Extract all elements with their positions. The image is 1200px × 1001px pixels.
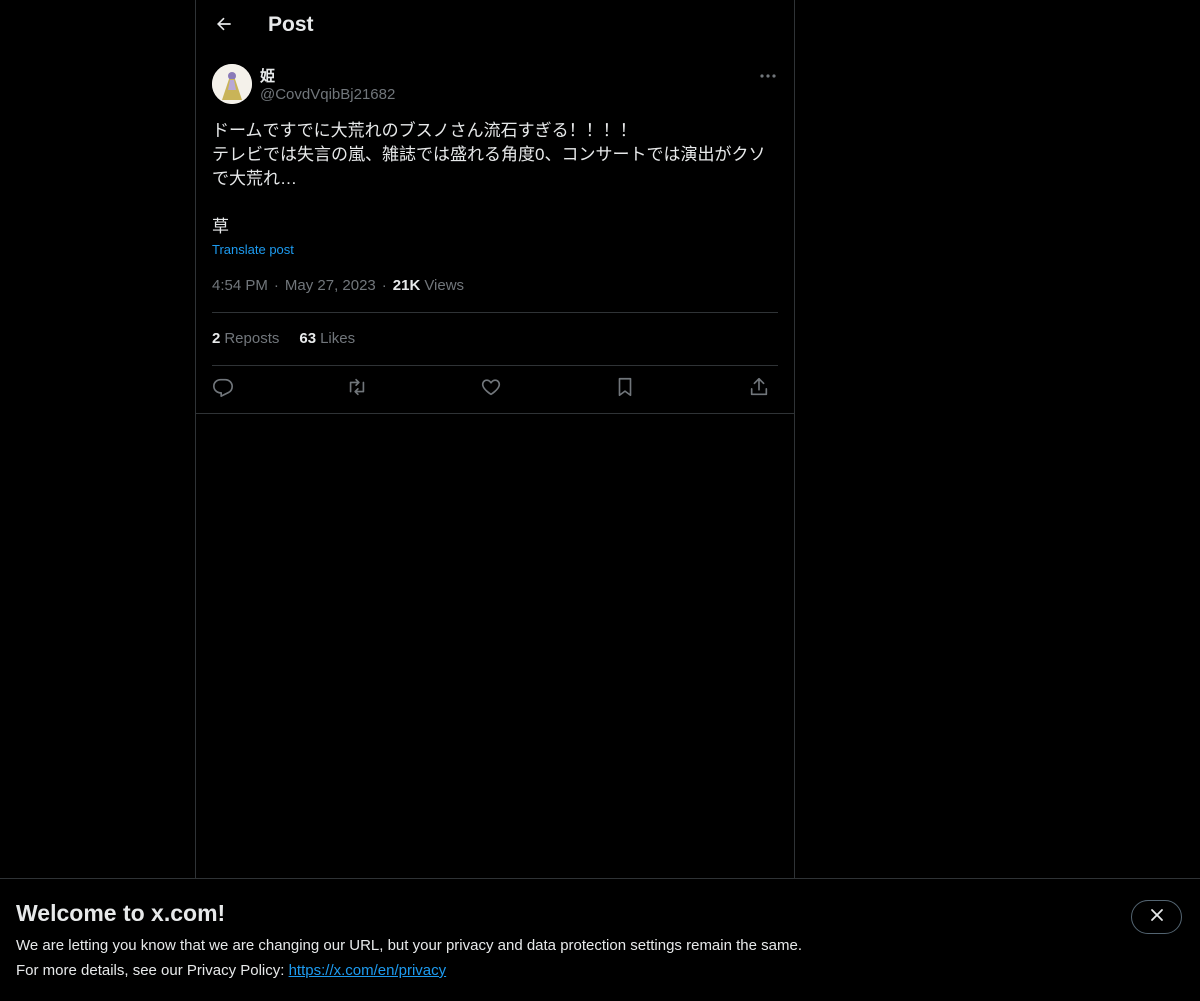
repost-button[interactable]: [344, 376, 370, 402]
divider: [212, 312, 778, 313]
reposts-stat[interactable]: 2 Reposts: [212, 330, 279, 347]
meta-separator: ·: [273, 277, 279, 294]
views-count: 21K: [392, 277, 421, 294]
author-handle[interactable]: @CovdVqibBj21682: [260, 86, 395, 103]
more-icon: [759, 66, 777, 84]
close-icon: [1150, 908, 1164, 927]
welcome-banner: Welcome to x.com! We are letting you kno…: [0, 878, 1200, 1001]
privacy-policy-link[interactable]: https://x.com/en/privacy: [289, 962, 447, 979]
heart-icon: [480, 376, 502, 403]
post-meta: 4:54 PM · May 27, 2023 · 21K Views: [212, 277, 464, 294]
reply-icon: [212, 376, 234, 403]
action-bar: [212, 376, 778, 402]
banner-privacy-line: For more details, see our Privacy Policy…: [16, 962, 446, 979]
avatar[interactable]: [212, 64, 252, 104]
post-text: ドームですでに大荒れのブスノさん流石すぎる！！！！ テレビでは失言の嵐、雑誌では…: [212, 121, 766, 236]
banner-privacy-prefix: For more details, see our Privacy Policy…: [16, 962, 289, 979]
divider: [196, 413, 794, 414]
banner-message: We are letting you know that we are chan…: [16, 937, 802, 954]
bookmark-icon: [614, 376, 636, 403]
bookmark-button[interactable]: [612, 376, 638, 402]
share-button[interactable]: [746, 376, 772, 402]
engagement-stats: 2 Reposts 63 Likes: [212, 330, 355, 347]
banner-title: Welcome to x.com!: [16, 900, 226, 926]
reposts-label: Reposts: [224, 330, 280, 347]
meta-separator: ·: [381, 277, 387, 294]
like-button[interactable]: [478, 376, 504, 402]
page-title: Post: [268, 13, 314, 36]
share-icon: [748, 376, 770, 403]
divider: [212, 365, 778, 366]
more-button[interactable]: [754, 63, 782, 87]
likes-label: Likes: [320, 330, 356, 347]
back-button[interactable]: [206, 8, 242, 44]
close-banner-button[interactable]: [1131, 900, 1182, 934]
likes-count: 63: [299, 330, 317, 347]
post-date[interactable]: May 27, 2023: [285, 277, 376, 294]
likes-stat[interactable]: 63 Likes: [299, 330, 355, 347]
reply-button[interactable]: [210, 376, 236, 402]
reposts-count: 2: [212, 330, 221, 347]
main-column: Post 姫 @CovdVqibBj21682 ドームですでに大荒れのブスノさん…: [195, 0, 795, 1000]
translate-post-link[interactable]: Translate post: [212, 242, 294, 257]
top-bar: Post: [196, 0, 794, 53]
back-arrow-icon: [214, 14, 234, 39]
author-display-name[interactable]: 姫: [260, 65, 275, 86]
views-label: Views: [424, 277, 465, 294]
repost-icon: [345, 376, 369, 403]
post-time[interactable]: 4:54 PM: [212, 277, 268, 294]
